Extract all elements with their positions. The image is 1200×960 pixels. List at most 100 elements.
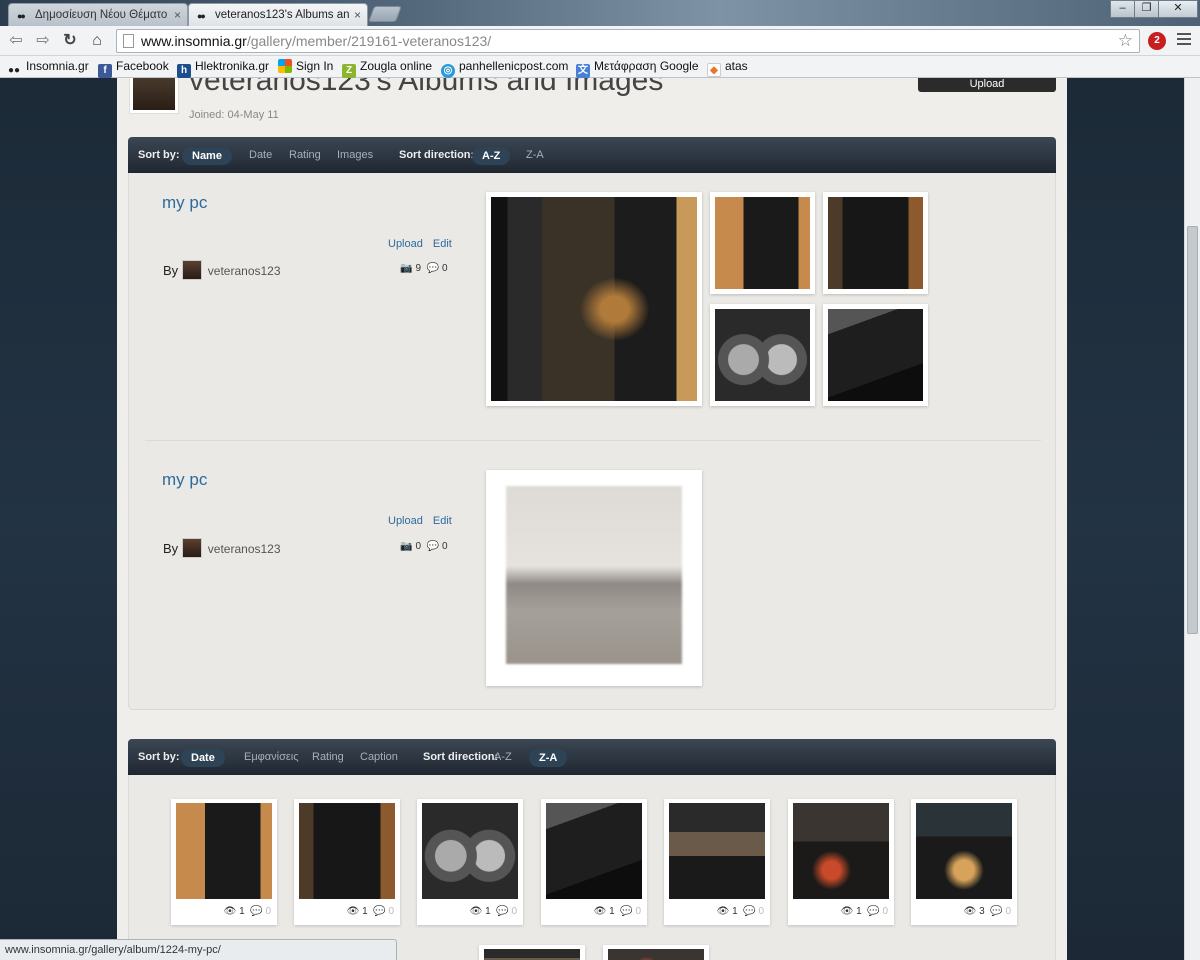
url-path: /gallery/member/219161-veteranos123/ — [246, 33, 492, 49]
album-counts: 📷 9 💬 0 — [400, 263, 448, 274]
image-count: 0 — [415, 541, 422, 552]
comment-icon: 💬 — [743, 906, 756, 917]
album-upload-link[interactable]: Upload — [388, 515, 423, 527]
upload-button[interactable]: Upload — [918, 78, 1056, 92]
album-edit-link[interactable]: Edit — [433, 515, 452, 527]
sort-option-views[interactable]: Εμφανίσεις — [244, 751, 299, 763]
sort-direction-label: Sort direction: — [399, 149, 475, 161]
views-icon: 👁 — [963, 906, 977, 917]
album-title[interactable]: my pc — [162, 193, 207, 213]
image-card[interactable]: 👁 1 💬 0 — [788, 799, 894, 925]
sort-option-name[interactable]: Name — [182, 147, 232, 165]
tab-albums[interactable]: ●● veteranos123's Albums an × — [188, 3, 368, 26]
album-thumbnail[interactable] — [823, 192, 928, 294]
album-thumbnail[interactable] — [710, 192, 815, 294]
album-thumbnail[interactable] — [710, 304, 815, 406]
views-icon: 👁 — [346, 906, 360, 917]
bookmark-hlektronika[interactable]: h Hlektronika.gr — [177, 59, 269, 78]
close-tab-icon[interactable]: × — [174, 8, 181, 22]
sort-option-rating[interactable]: Rating — [312, 751, 344, 763]
view-count: 1 — [609, 906, 615, 917]
view-count: 3 — [979, 906, 985, 917]
album-cover-image[interactable] — [486, 470, 702, 686]
sort-direction-za[interactable]: Z-A — [526, 149, 544, 161]
image-card[interactable]: 👁 1 💬 0 — [417, 799, 523, 925]
album-upload-link[interactable]: Upload — [388, 238, 423, 250]
tab-strip: ●● Δημοσίευση Νέου Θέματο × ●● veteranos… — [0, 0, 1200, 26]
bookmark-sign-in[interactable]: Sign In — [278, 59, 333, 73]
bookmark-zougla[interactable]: Z Zougla online — [342, 59, 432, 78]
zougla-icon: Z — [342, 64, 356, 78]
camera-icon: 📷 — [400, 541, 413, 552]
image-stats: 👁 1 💬 0 — [664, 906, 770, 917]
image-card[interactable]: 👁 1 💬 0 — [171, 799, 277, 925]
page-icon — [123, 34, 134, 48]
bookmarks-bar: ●● Insomnia.gr f Facebook h Hlektronika.gr … — [0, 56, 1200, 78]
sort-option-date[interactable]: Date — [181, 749, 225, 767]
sort-direction-az[interactable]: A-Z — [472, 147, 511, 165]
address-bar[interactable]: www.insomnia.gr/gallery/member/219161-ve… — [116, 29, 1140, 53]
close-window-button[interactable]: ✕ — [1158, 0, 1198, 18]
sort-option-caption[interactable]: Caption — [360, 751, 398, 763]
image-card[interactable]: 👁 3 💬 0 — [911, 799, 1017, 925]
bookmark-label: Facebook — [116, 59, 169, 73]
comment-icon: 💬 — [867, 906, 880, 917]
image-card[interactable]: 👁 1 💬 0 — [664, 799, 770, 925]
album-edit-link[interactable]: Edit — [433, 238, 452, 250]
back-icon[interactable]: ⇦ — [6, 31, 26, 51]
view-count: 1 — [732, 906, 738, 917]
forward-icon[interactable]: ⇨ — [33, 31, 53, 51]
insomnia-icon: ●● — [17, 11, 26, 21]
album-owner: By veteranos123 — [163, 260, 281, 280]
reload-icon[interactable]: ↻ — [60, 31, 80, 51]
owner-avatar[interactable] — [182, 260, 203, 280]
windows-icon — [278, 59, 292, 73]
comment-count: 0 — [388, 906, 394, 917]
star-icon[interactable]: ☆ — [1118, 30, 1133, 52]
album-cover-image[interactable] — [486, 192, 702, 406]
tab-new-topic[interactable]: ●● Δημοσίευση Νέου Θέματο × — [8, 3, 188, 26]
album-counts: 📷 0 💬 0 — [400, 541, 448, 552]
tab-title: Δημοσίευση Νέου Θέματο — [35, 9, 168, 21]
sort-direction-za[interactable]: Z-A — [529, 749, 568, 767]
globe-icon: ◎ — [441, 64, 455, 78]
camera-icon: 📷 — [400, 263, 413, 274]
bookmark-label: Zougla online — [360, 59, 433, 73]
comment-count: 0 — [882, 906, 888, 917]
owner-username[interactable]: veteranos123 — [208, 264, 281, 278]
sort-option-images[interactable]: Images — [337, 149, 373, 161]
bookmark-label: Sign In — [296, 59, 334, 73]
close-tab-icon[interactable]: × — [354, 8, 361, 22]
translate-icon: 文 — [576, 64, 590, 78]
image-card[interactable] — [603, 945, 709, 960]
sort-direction-label: Sort direction: — [423, 751, 499, 763]
image-card[interactable]: 👁 1 💬 0 — [541, 799, 647, 925]
maximize-button[interactable]: ❐ — [1134, 0, 1159, 18]
vertical-scrollbar[interactable] — [1184, 78, 1200, 960]
user-avatar[interactable] — [129, 78, 179, 114]
scrollbar-thumb[interactable] — [1187, 226, 1198, 634]
comment-icon: 💬 — [250, 906, 263, 917]
menu-icon[interactable] — [1177, 33, 1191, 47]
image-count: 9 — [415, 263, 422, 274]
image-card[interactable] — [479, 945, 585, 960]
bookmark-insomnia[interactable]: ●● Insomnia.gr — [6, 59, 89, 78]
minimize-button[interactable]: – — [1110, 0, 1135, 18]
album-thumbnail[interactable] — [823, 304, 928, 406]
sort-direction-az[interactable]: A-Z — [494, 751, 512, 763]
bookmark-label: Hlektronika.gr — [195, 59, 270, 73]
bookmark-panhellenicpost[interactable]: ◎ panhellenicpost.com — [441, 59, 568, 78]
bookmark-atas[interactable]: ◆ atas — [707, 59, 748, 77]
owner-username[interactable]: veteranos123 — [208, 542, 281, 556]
new-tab-button[interactable] — [368, 6, 402, 22]
comment-count: 0 — [1005, 906, 1011, 917]
adblock-extension-icon[interactable]: 2 — [1148, 32, 1166, 50]
album-title[interactable]: my pc — [162, 470, 207, 490]
home-icon[interactable]: ⌂ — [87, 31, 107, 51]
bookmark-google-translate[interactable]: 文 Μετάφραση Google — [576, 59, 699, 78]
sort-option-date[interactable]: Date — [249, 149, 272, 161]
image-card[interactable]: 👁 1 💬 0 — [294, 799, 400, 925]
owner-avatar[interactable] — [182, 538, 203, 558]
sort-option-rating[interactable]: Rating — [289, 149, 321, 161]
bookmark-facebook[interactable]: f Facebook — [98, 59, 169, 78]
